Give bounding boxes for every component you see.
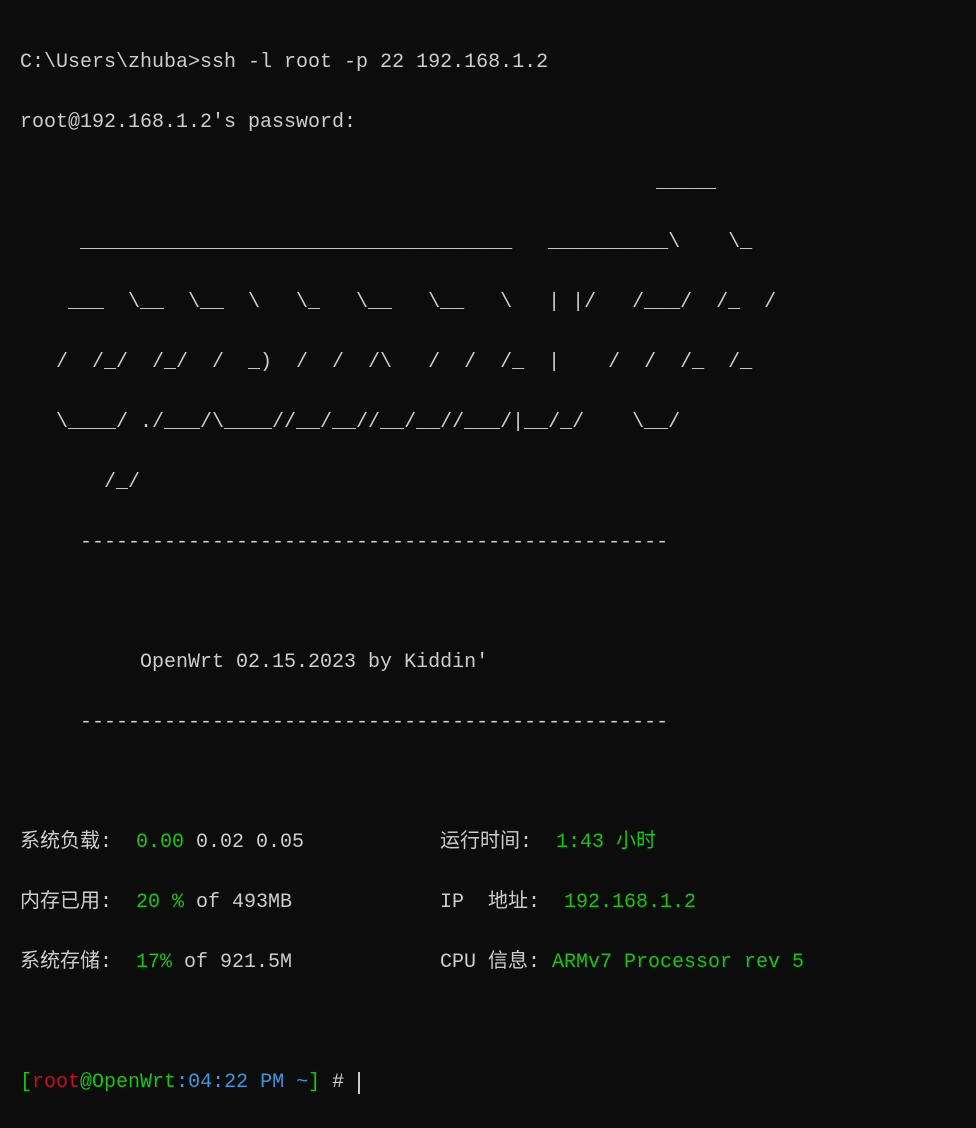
memory-percent: 20 % bbox=[136, 891, 184, 914]
sys-load-label: 系统负载: bbox=[20, 831, 136, 854]
ascii-art-line: / /_/ /_/ / _) / / /\ / / /_ | / / /_ /_ bbox=[20, 348, 956, 378]
blank-line bbox=[20, 1008, 956, 1038]
divider: ----------------------------------------… bbox=[20, 708, 956, 738]
uptime-label: 运行时间: bbox=[440, 831, 556, 854]
memory-label: 内存已用: bbox=[20, 891, 136, 914]
terminal-output: C:\Users\zhuba>ssh -l root -p 22 192.168… bbox=[20, 18, 956, 1128]
prompt-at: @ bbox=[80, 1071, 92, 1094]
stats-row: 系统负载: 0.00 0.02 0.05 运行时间: 1:43 小时 bbox=[20, 828, 956, 858]
blank-line bbox=[20, 588, 956, 618]
blank-line bbox=[20, 768, 956, 798]
storage-label: 系统存储: bbox=[20, 951, 136, 974]
prompt-colon: : bbox=[176, 1071, 188, 1094]
divider: ----------------------------------------… bbox=[20, 528, 956, 558]
storage-of: of 921.5M bbox=[172, 951, 292, 974]
ascii-art-line: ____________________________________ ___… bbox=[20, 228, 956, 258]
stats-row: 内存已用: 20 % of 493MB IP 地址: 192.168.1.2 bbox=[20, 888, 956, 918]
ascii-art-line: _____ bbox=[20, 168, 956, 198]
ascii-art-line: /_/ bbox=[20, 468, 956, 498]
cpu-label: CPU 信息: bbox=[440, 951, 552, 974]
ascii-art-line: ___ \__ \__ \ \_ \__ \__ \ | |/ /___/ /_… bbox=[20, 288, 956, 318]
uptime-value: 1:43 小时 bbox=[556, 831, 656, 854]
bracket-close: ] bbox=[308, 1071, 320, 1094]
command-line: C:\Users\zhuba>ssh -l root -p 22 192.168… bbox=[20, 48, 956, 78]
prompt-user: root bbox=[32, 1071, 80, 1094]
ip-value: 192.168.1.2 bbox=[564, 891, 696, 914]
stats-row: 系统存储: 17% of 921.5M CPU 信息: ARMv7 Process… bbox=[20, 948, 956, 978]
ascii-art-line: \____/ ./___/\____//__/__//__/__//___/|_… bbox=[20, 408, 956, 438]
version-line: OpenWrt 02.15.2023 by Kiddin' bbox=[20, 648, 956, 678]
cursor bbox=[358, 1072, 360, 1094]
bracket-open: [ bbox=[20, 1071, 32, 1094]
password-prompt: root@192.168.1.2's password: bbox=[20, 108, 956, 138]
prompt-time: 04:22 PM bbox=[188, 1071, 284, 1094]
sys-load-value1: 0.00 bbox=[136, 831, 184, 854]
storage-percent: 17% bbox=[136, 951, 172, 974]
cpu-value: ARMv7 Processor rev 5 bbox=[552, 951, 804, 974]
prompt-host: OpenWrt bbox=[92, 1071, 176, 1094]
prompt-tilde: ~ bbox=[284, 1071, 308, 1094]
shell-prompt[interactable]: [root@OpenWrt:04:22 PM ~] # bbox=[20, 1068, 956, 1098]
ssh-command: ssh -l root -p 22 192.168.1.2 bbox=[200, 51, 548, 74]
memory-of: of 493MB bbox=[184, 891, 292, 914]
ip-label: IP 地址: bbox=[440, 891, 564, 914]
sys-load-value2: 0.02 0.05 bbox=[184, 831, 304, 854]
prompt-hash: # bbox=[320, 1071, 356, 1094]
prompt-path: C:\Users\zhuba> bbox=[20, 51, 200, 74]
